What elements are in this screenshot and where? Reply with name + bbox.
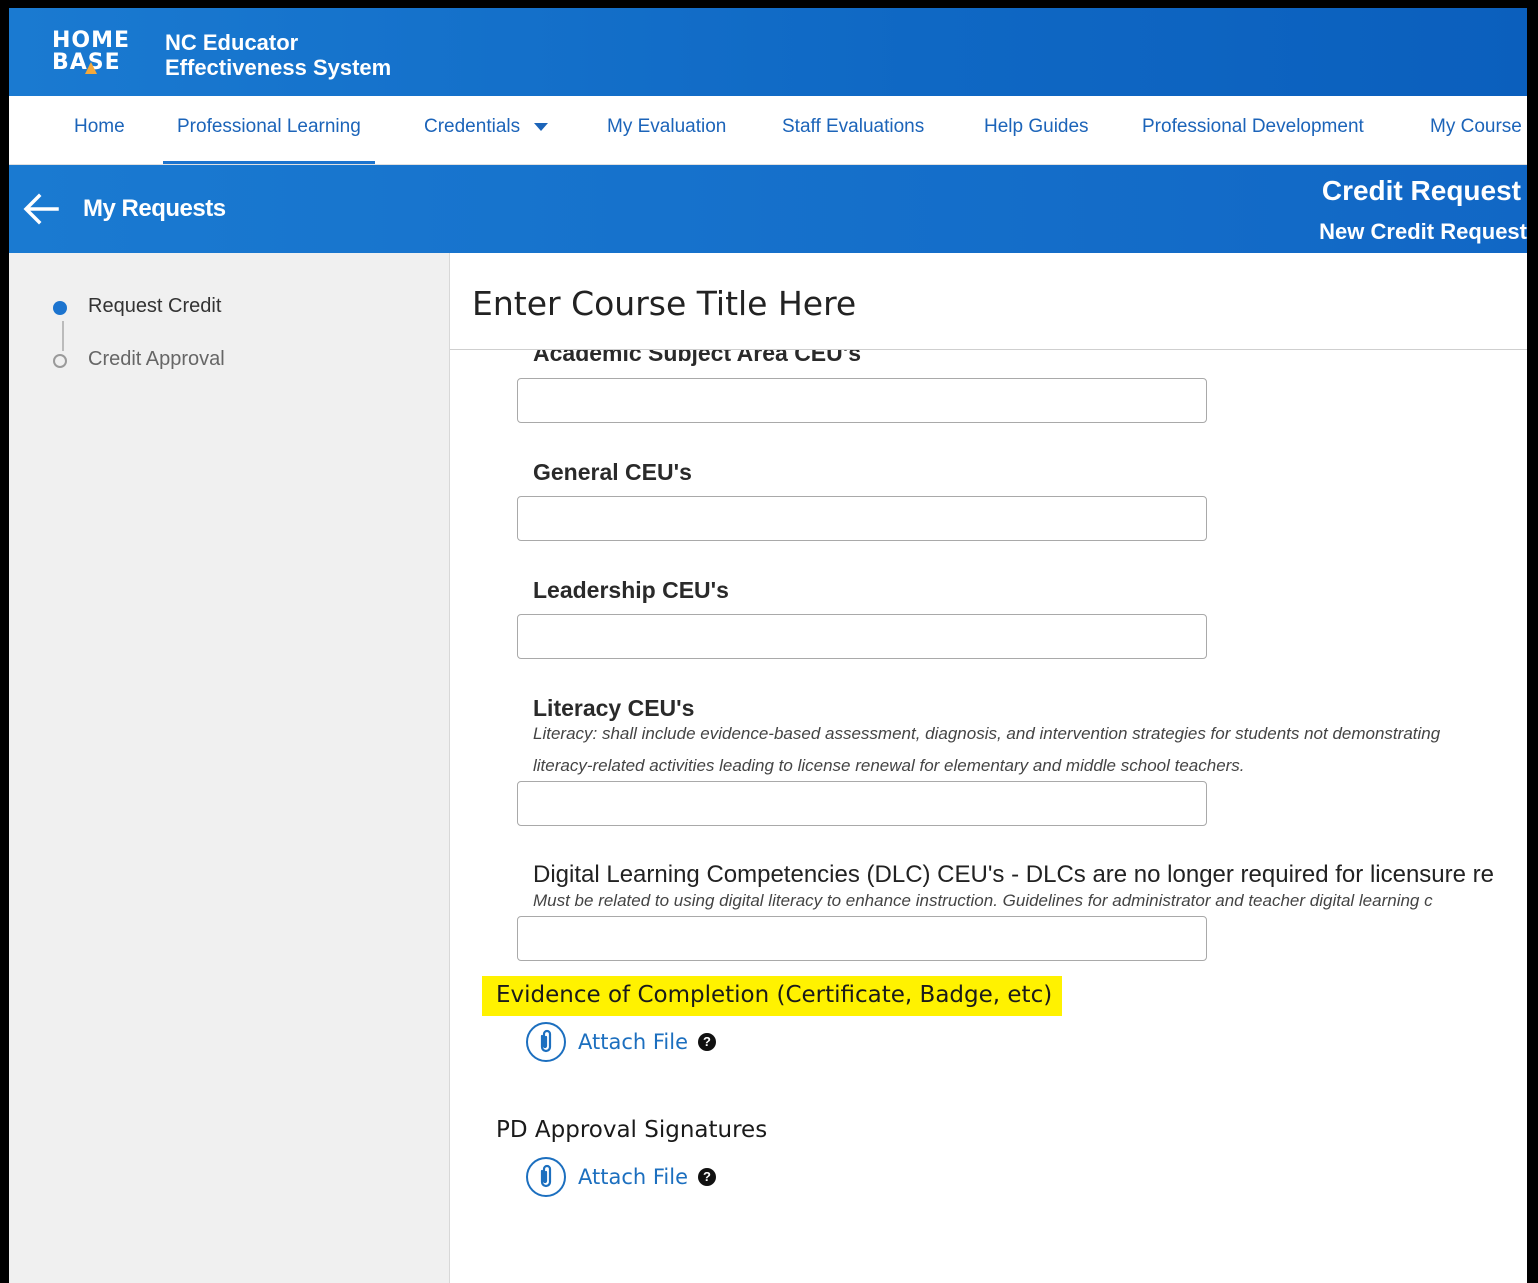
- field-label-academic: Academic Subject Area CEU's: [533, 350, 862, 366]
- nav-staff-evaluations[interactable]: Staff Evaluations: [782, 96, 924, 164]
- step-current-dot-icon: [53, 301, 67, 315]
- main-content: Enter Course Title Here Academic Subject…: [450, 253, 1527, 1283]
- nav-credentials[interactable]: Credentials: [424, 96, 549, 164]
- back-arrow-icon[interactable]: [21, 191, 61, 227]
- step-connector: [62, 321, 64, 351]
- paperclip-icon: [526, 1022, 566, 1062]
- academic-ceu-input[interactable]: [517, 378, 1207, 423]
- nav-credentials-label: Credentials: [424, 116, 521, 137]
- field-label-literacy: Literacy CEU's: [533, 695, 695, 721]
- literacy-help-text-2: literacy-related activities leading to l…: [533, 756, 1245, 775]
- question-icon[interactable]: ?: [698, 1033, 717, 1051]
- form-scroll-area[interactable]: Academic Subject Area CEU's General CEU'…: [450, 350, 1527, 1283]
- page-header: My Requests Credit Request New Credit Re…: [9, 165, 1527, 253]
- field-label-dlc: Digital Learning Competencies (DLC) CEU'…: [533, 861, 1494, 888]
- signatures-attach-file[interactable]: Attach File ?: [526, 1154, 717, 1200]
- nav-professional-learning[interactable]: Professional Learning: [163, 96, 375, 164]
- evidence-section: Evidence of Completion (Certificate, Bad…: [482, 976, 1063, 1016]
- logo-cursor-icon: [85, 62, 97, 74]
- step-label: Credit Approval: [88, 348, 225, 370]
- app-window: HOME BASE NC Educator Effectiveness Syst…: [9, 8, 1527, 1283]
- page-subtitle: New Credit Request: [1319, 219, 1527, 244]
- literacy-help-text-1: Literacy: shall include evidence-based a…: [533, 724, 1441, 743]
- step-pending-dot-icon: [53, 354, 67, 368]
- attach-file-link[interactable]: Attach File: [578, 1165, 688, 1189]
- step-sidebar: [9, 253, 450, 1283]
- course-title[interactable]: Enter Course Title Here: [472, 284, 856, 323]
- nav-professional-development[interactable]: Professional Development: [1142, 96, 1364, 164]
- system-title-line-1: NC Educator: [165, 30, 299, 55]
- system-title: NC Educator Effectiveness System: [165, 30, 391, 80]
- dlc-ceu-input[interactable]: [517, 916, 1207, 961]
- step-label: Request Credit: [88, 295, 222, 317]
- paperclip-icon: [526, 1157, 566, 1197]
- attach-file-link[interactable]: Attach File: [578, 1030, 688, 1054]
- caret-down-icon: [534, 122, 549, 131]
- nav-my-evaluation[interactable]: My Evaluation: [607, 96, 726, 164]
- main-nav: Home Professional Learning Credentials M…: [9, 96, 1527, 165]
- leadership-ceu-input[interactable]: [517, 614, 1207, 659]
- signatures-label: PD Approval Signatures: [496, 1117, 768, 1143]
- page-title: Credit Request: [1321, 175, 1521, 206]
- nav-my-course[interactable]: My Course: [1430, 96, 1522, 164]
- system-title-line-2: Effectiveness System: [165, 55, 392, 80]
- question-icon[interactable]: ?: [698, 1168, 717, 1186]
- general-ceu-input[interactable]: [517, 496, 1207, 541]
- nav-help-guides[interactable]: Help Guides: [984, 96, 1089, 164]
- evidence-label: Evidence of Completion (Certificate, Bad…: [482, 976, 1063, 1016]
- evidence-attach-file[interactable]: Attach File ?: [526, 1019, 717, 1065]
- back-to-my-requests[interactable]: My Requests: [83, 195, 226, 223]
- field-label-leadership: Leadership CEU's: [533, 577, 729, 603]
- dlc-help-text: Must be related to using digital literac…: [533, 891, 1433, 910]
- nav-home[interactable]: Home: [74, 96, 125, 164]
- brand-bar: HOME BASE NC Educator Effectiveness Syst…: [9, 8, 1527, 96]
- literacy-ceu-input[interactable]: [517, 781, 1207, 826]
- field-label-general: General CEU's: [533, 459, 692, 485]
